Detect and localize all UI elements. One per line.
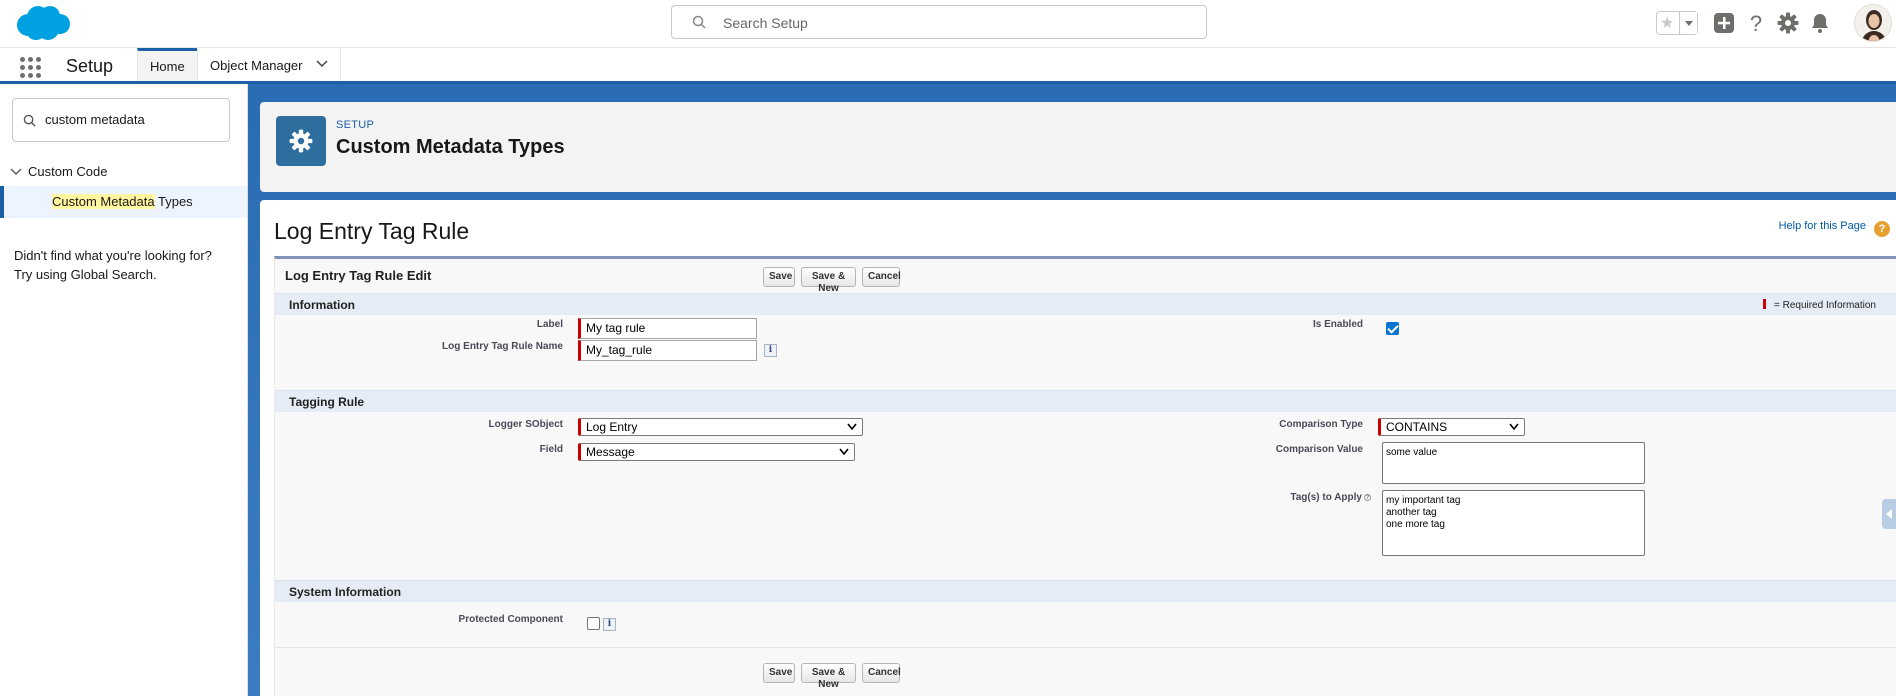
page-block-title: Log Entry Tag Rule Edit: [285, 268, 432, 283]
tree-item-custom-metadata-types[interactable]: Custom Metadata Types: [0, 186, 247, 218]
tab-home[interactable]: Home: [137, 48, 197, 81]
field-value: Message: [586, 445, 635, 459]
bell-icon[interactable]: [1808, 11, 1832, 35]
avatar[interactable]: [1854, 4, 1892, 42]
page-block-header: Log Entry Tag Rule Edit Save Save & New …: [275, 259, 1896, 294]
help-tip-icon[interactable]: ?: [1364, 494, 1371, 501]
help-icon[interactable]: ?: [1744, 11, 1768, 35]
favorite-star-icon: ★: [1660, 15, 1675, 32]
nav-help-text: Didn't find what you're looking for? Try…: [14, 246, 234, 284]
quick-find-value: custom metadata: [45, 112, 145, 127]
field-select[interactable]: Message: [578, 443, 855, 461]
salesforce-cloud-logo[interactable]: [12, 3, 72, 43]
protected-component-checkbox[interactable]: [587, 617, 600, 630]
setup-tree-nav: custom metadata Custom Code Custom Metad…: [0, 84, 248, 696]
nav-help-line1: Didn't find what you're looking for?: [14, 248, 212, 263]
favorites-button[interactable]: ★: [1656, 11, 1698, 35]
comparison-type-value: CONTAINS: [1386, 420, 1448, 434]
is-enabled-checkbox[interactable]: [1386, 322, 1399, 335]
rule-name-input[interactable]: My_tag_rule: [578, 340, 757, 361]
record-type-title: Log Entry Tag Rule: [274, 218, 470, 244]
section-title: System Information: [289, 585, 402, 599]
info-icon[interactable]: i: [764, 344, 777, 357]
tab-home-label: Home: [150, 59, 185, 74]
page-header: SETUP Custom Metadata Types: [260, 102, 1896, 192]
tags-to-apply-textarea[interactable]: my important tag another tag one more ta…: [1382, 490, 1645, 556]
content-panel: Log Entry Tag Rule Help for this Page? L…: [260, 200, 1896, 696]
help-for-page-link[interactable]: Help for this Page?: [1779, 220, 1890, 237]
help-icon: ?: [1874, 221, 1890, 237]
comparison-value-textarea[interactable]: some value: [1382, 442, 1645, 484]
save-new-button[interactable]: Save & New: [801, 267, 856, 294]
add-icon[interactable]: [1712, 11, 1736, 35]
comparison-value-field-label: Comparison Value: [1275, 444, 1363, 455]
favorites-dropdown[interactable]: [1679, 12, 1697, 34]
save-new-button-bottom[interactable]: Save & New: [801, 663, 856, 690]
tree-item-label-rest: Types: [154, 194, 193, 209]
footer-divider: [275, 647, 1896, 648]
quick-find-input[interactable]: custom metadata: [12, 98, 230, 142]
search-icon: [692, 15, 706, 29]
field-field-label: Field: [539, 444, 563, 455]
tab-object-manager-label: Object Manager: [210, 58, 303, 73]
chevron-down-icon: [839, 448, 849, 456]
info-icon[interactable]: i: [603, 618, 616, 631]
label-field-label: Label: [536, 319, 563, 330]
chevron-down-icon: [847, 423, 857, 431]
gear-icon[interactable]: [1776, 11, 1800, 35]
edit-page-block: Log Entry Tag Rule Edit Save Save & New …: [274, 256, 1896, 696]
collapse-sidebar-handle[interactable]: [1882, 499, 1896, 529]
app-name: Setup: [66, 56, 114, 76]
logger-sobject-field-label: Logger SObject: [488, 419, 563, 430]
rule-name-field-label: Log Entry Tag Rule Name: [442, 341, 563, 352]
tree-group-label: Custom Code: [28, 164, 108, 179]
section-title: Information: [289, 298, 355, 312]
comparison-type-field-label: Comparison Type: [1279, 419, 1363, 430]
section-tagging-rule: Tagging Rule: [275, 390, 1896, 412]
logger-sobject-select[interactable]: Log Entry: [578, 418, 863, 436]
setup-search[interactable]: Search Setup: [671, 5, 1207, 39]
setup-gear-icon: [276, 116, 326, 166]
chevron-down-icon: [10, 168, 22, 175]
section-system-information: System Information: [275, 580, 1896, 602]
search-highlight: Custom Metadata: [52, 194, 155, 209]
chevron-down-icon[interactable]: [316, 59, 328, 69]
global-header: Search Setup ★ ?: [0, 0, 1896, 48]
logger-sobject-value: Log Entry: [586, 420, 638, 434]
page-title: Custom Metadata Types: [336, 136, 565, 158]
global-actions: ★ ?: [1656, 0, 1896, 48]
required-legend: = Required Information: [1762, 299, 1876, 311]
nav-help-line2: Try using Global Search.: [14, 267, 157, 282]
label-input[interactable]: My tag rule: [578, 318, 757, 339]
main-region: SETUP Custom Metadata Types Log Entry Ta…: [248, 84, 1896, 696]
section-information: Information = Required Information: [275, 293, 1896, 315]
tags-to-apply-field-label: Tag(s) to Apply?: [1290, 492, 1371, 503]
search-placeholder: Search Setup: [723, 15, 808, 31]
search-icon: [23, 114, 36, 127]
save-button-bottom[interactable]: Save: [763, 663, 795, 683]
user-photo-icon: [1855, 5, 1891, 41]
breadcrumb[interactable]: SETUP: [336, 119, 374, 131]
comparison-type-select[interactable]: CONTAINS: [1378, 418, 1525, 436]
chevron-down-icon: [1509, 423, 1519, 431]
context-bar: Setup Home Object Manager: [0, 48, 1896, 84]
cancel-button-bottom[interactable]: Cancel: [862, 663, 901, 683]
tree-group-custom-code[interactable]: Custom Code: [10, 164, 107, 179]
protected-component-field-label: Protected Component: [458, 614, 563, 625]
cancel-button[interactable]: Cancel: [862, 267, 901, 287]
app-launcher-icon[interactable]: [20, 57, 42, 79]
section-title: Tagging Rule: [289, 395, 365, 409]
save-button[interactable]: Save: [763, 267, 795, 287]
help-link-label: Help for this Page: [1778, 220, 1866, 232]
is-enabled-field-label: Is Enabled: [1312, 319, 1363, 330]
svg-text:?: ?: [1750, 11, 1762, 35]
tab-object-manager[interactable]: Object Manager: [197, 48, 341, 81]
